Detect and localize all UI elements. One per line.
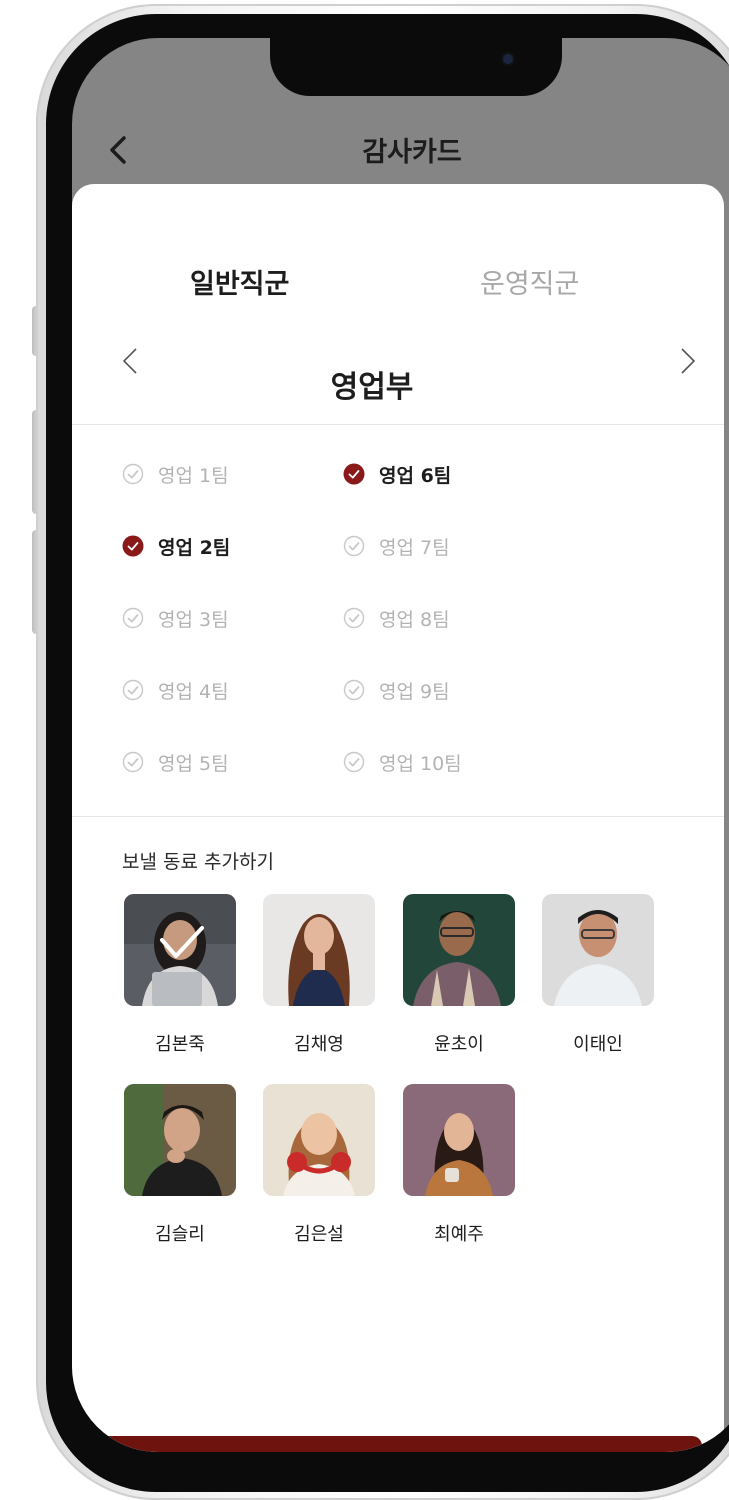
tab-operations[interactable]: 운영직군 <box>480 262 579 301</box>
check-circle-icon <box>343 463 365 485</box>
team-option[interactable]: 영업 8팀 <box>343 601 450 635</box>
colleague-name: 김슬리 <box>155 1224 205 1245</box>
avatar <box>124 894 236 1006</box>
check-circle-icon <box>343 607 365 629</box>
avatar-photo <box>403 894 515 1006</box>
chevron-right-icon <box>681 348 696 374</box>
avatar <box>403 894 515 1006</box>
team-option[interactable]: 영업 4팀 <box>122 673 229 707</box>
colleague-name: 김본죽 <box>155 1034 205 1055</box>
content-sheet: 일반직군 운영직군 영업부 영업 1팀 영업 2팀 영업 3팀 영업 4팀 영업… <box>72 184 724 1452</box>
team-label: 영업 3팀 <box>158 608 229 631</box>
check-circle-icon <box>122 535 144 557</box>
avatar <box>124 1084 236 1196</box>
team-option[interactable]: 영업 10팀 <box>343 745 462 779</box>
department-title: 영업부 <box>330 370 414 405</box>
colleague-card[interactable]: 김본죽 <box>124 894 236 1056</box>
colleague-name: 김은설 <box>294 1224 344 1245</box>
team-label: 영업 7팀 <box>379 536 450 559</box>
team-option[interactable]: 영업 2팀 <box>122 529 230 563</box>
tab-general[interactable]: 일반직군 <box>190 262 289 301</box>
avatar <box>263 1084 375 1196</box>
team-option[interactable]: 영업 7팀 <box>343 529 450 563</box>
avatar <box>263 894 375 1006</box>
page-title: 감사카드 <box>362 137 462 168</box>
team-label: 영업 6팀 <box>379 464 452 487</box>
team-label: 영업 5팀 <box>158 752 229 775</box>
check-circle-icon <box>343 751 365 773</box>
phone-screen: 감사카드 일반직군 운영직군 영업부 영업 1팀 영업 2팀 영업 3팀 영업 … <box>72 38 729 1452</box>
selected-check-icon <box>160 926 204 958</box>
add-colleagues-label: 보낼 동료 추가하기 <box>122 851 274 873</box>
team-label: 영업 9팀 <box>379 680 450 703</box>
colleague-card[interactable]: 김채영 <box>263 894 375 1056</box>
confirm-button[interactable]: 확인 <box>96 1436 702 1452</box>
check-circle-icon <box>122 679 144 701</box>
check-circle-icon <box>122 463 144 485</box>
check-circle-icon <box>122 607 144 629</box>
avatar-photo <box>263 1084 375 1196</box>
colleague-card[interactable]: 이태인 <box>542 894 654 1056</box>
colleague-name: 최예주 <box>434 1224 484 1245</box>
check-circle-icon <box>343 679 365 701</box>
team-label: 영업 8팀 <box>379 608 450 631</box>
check-circle-icon <box>343 535 365 557</box>
avatar-photo <box>124 1084 236 1196</box>
divider <box>72 816 724 817</box>
camera-icon <box>503 54 513 64</box>
team-label: 영업 2팀 <box>158 536 231 559</box>
colleague-card[interactable]: 김은설 <box>263 1084 375 1246</box>
team-label: 영업 1팀 <box>158 464 229 487</box>
team-option[interactable]: 영업 9팀 <box>343 673 450 707</box>
team-option[interactable]: 영업 1팀 <box>122 457 229 491</box>
avatar-photo <box>263 894 375 1006</box>
team-option[interactable]: 영업 6팀 <box>343 457 451 491</box>
colleague-name: 윤초이 <box>434 1034 484 1055</box>
colleague-card[interactable]: 최예주 <box>403 1084 515 1246</box>
team-label: 영업 4팀 <box>158 680 229 703</box>
avatar <box>542 894 654 1006</box>
avatar-photo <box>403 1084 515 1196</box>
colleague-card[interactable]: 김슬리 <box>124 1084 236 1246</box>
colleague-card[interactable]: 윤초이 <box>403 894 515 1056</box>
team-option[interactable]: 영업 3팀 <box>122 601 229 635</box>
avatar-photo <box>542 894 654 1006</box>
notch <box>270 38 562 96</box>
divider <box>72 424 724 425</box>
team-label: 영업 10팀 <box>379 752 462 775</box>
colleague-name: 이태인 <box>573 1034 623 1055</box>
colleague-name: 김채영 <box>294 1034 344 1055</box>
check-circle-icon <box>122 751 144 773</box>
avatar <box>403 1084 515 1196</box>
department-next-button[interactable] <box>672 346 702 376</box>
team-option[interactable]: 영업 5팀 <box>122 745 229 779</box>
